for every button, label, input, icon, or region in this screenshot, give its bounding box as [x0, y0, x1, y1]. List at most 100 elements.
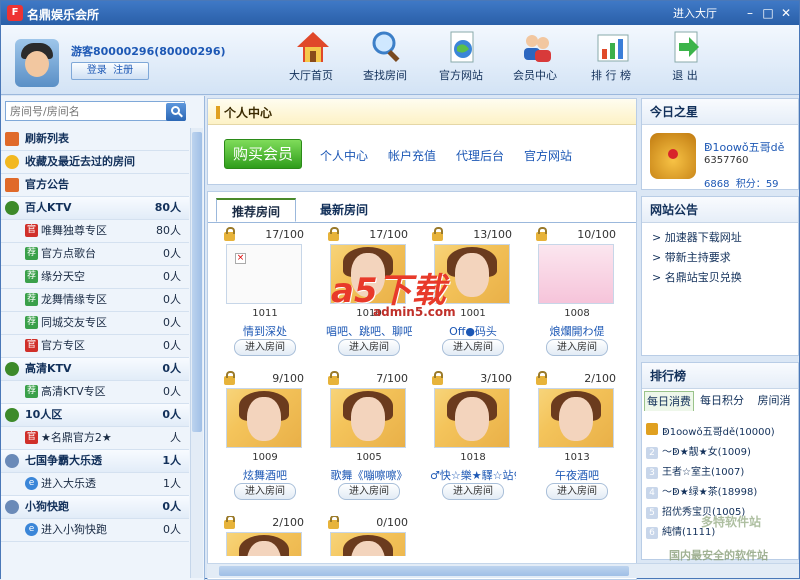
horizontal-scrollbar[interactable]	[207, 563, 799, 578]
rank-number: 2	[646, 447, 658, 459]
tree-room-item[interactable]: 官 ★名鼎官方2★ 人	[1, 427, 189, 450]
link-agent-backend[interactable]: 代理后台	[456, 147, 504, 164]
tree-category-hd-ktv[interactable]: 高清KTV 0人	[1, 358, 189, 381]
tree-count: 80人	[156, 224, 181, 237]
ranking-row[interactable]: 4 〜ↁ★绿★茶(18998)	[646, 483, 757, 503]
login-link[interactable]: 登录	[87, 65, 107, 76]
ranking-row[interactable]: ↁ1oowǒ五哥dě(10000)	[646, 423, 775, 443]
room-name: 唱吧、跳吧、聊吧	[326, 325, 412, 338]
nav-find-room[interactable]: 查找房间	[353, 25, 417, 95]
enter-room-button[interactable]: 进入房间	[442, 339, 504, 356]
room-card[interactable]: 9/100 1009 炫舞酒吧 进入房间	[222, 371, 308, 508]
ranking-row[interactable]: 2 〜ↁ★靓★女(1009)	[646, 443, 751, 463]
star-username[interactable]: ↁ1oowǒ五哥dě	[704, 139, 784, 155]
tab-daily-points[interactable]: 每日积分	[696, 391, 748, 411]
notice-item[interactable]: > 带新主持要求	[652, 249, 731, 265]
room-occupancy: 10/100	[577, 228, 616, 241]
room-card[interactable]: 10/100 1008 烺爛開わ偍 进入房间	[534, 227, 620, 364]
enter-room-button[interactable]: 进入房间	[338, 483, 400, 500]
link-personal-center[interactable]: 个人中心	[320, 147, 368, 164]
close-button[interactable]: ✕	[777, 5, 795, 21]
ranking-row[interactable]: 3 王者☆室主(1007)	[646, 463, 744, 483]
avatar[interactable]	[15, 39, 59, 87]
rank-entry: 王者☆室主(1007)	[662, 467, 745, 478]
room-card[interactable]: 3/100 1018 ♂快☆樂★驛☆站♀ 进入房间	[430, 371, 516, 508]
tab-daily-spending[interactable]: 每日消费	[644, 391, 694, 411]
tree-category-puppy-run[interactable]: 小狗快跑 0人	[1, 496, 189, 519]
web-page-icon	[450, 31, 474, 63]
tree-label: 官方公告	[25, 178, 69, 191]
notice-item[interactable]: > 名鼎站宝贝兑换	[652, 269, 742, 285]
enter-room-button[interactable]: 进入房间	[546, 339, 608, 356]
header-accent-bar	[216, 106, 220, 119]
tree-favorites[interactable]: 收藏及最近去过的房间	[1, 151, 189, 174]
tree-count: 0人	[163, 339, 181, 352]
tree-room-item[interactable]: 荐 缘分天空 0人	[1, 266, 189, 289]
tree-room-item[interactable]: 荐 高清KTV专区 0人	[1, 381, 189, 404]
tab-latest-rooms[interactable]: 最新房间	[304, 198, 384, 222]
enter-room-button[interactable]: 进入房间	[234, 339, 296, 356]
tab-recommended-rooms[interactable]: 推荐房间	[216, 198, 296, 222]
tree-category-100ktv[interactable]: 百人KTV 80人	[1, 197, 189, 220]
notice-item[interactable]: > 加速器下载网址	[652, 229, 742, 245]
members-icon	[524, 35, 551, 62]
enter-room-button[interactable]: 进入房间	[338, 339, 400, 356]
tree-label: 七国争霸大乐透	[25, 454, 102, 467]
scrollbar-thumb[interactable]	[219, 566, 629, 576]
register-link[interactable]: 注册	[113, 65, 133, 76]
header-toolbar: 游客80000296(80000296) 登录 注册 大厅首页 查找房间 官方网…	[1, 25, 799, 95]
tree-room-item[interactable]: 荐 官方点歌台 0人	[1, 243, 189, 266]
tree-label: 进入大乐透	[41, 477, 96, 490]
tree-room-item[interactable]: 荐 龙舞情缘专区 0人	[1, 289, 189, 312]
title-bar[interactable]: F 名鼎娱乐会所 进入大厅 – □ ✕	[1, 1, 799, 25]
nav-ranking[interactable]: 排 行 榜	[579, 25, 643, 95]
enter-room-button[interactable]: 进入房间	[234, 483, 296, 500]
room-thumbnail	[330, 532, 406, 556]
enter-room-button[interactable]: 进入房间	[442, 483, 504, 500]
today-star-panel: 今日之星 ↁ1oowǒ五哥dě 6357760 6868 积分：59	[641, 98, 799, 190]
room-search-input[interactable]	[6, 102, 156, 120]
tree-refresh-list[interactable]: 刷新列表	[1, 128, 189, 151]
enter-hall-link[interactable]: 进入大厅	[673, 5, 717, 21]
room-card[interactable]: 2/100	[222, 516, 308, 556]
sidebar-scrollbar[interactable]	[190, 128, 203, 578]
rank-entry: 〜ↁ★绿★茶(18998)	[662, 487, 758, 498]
tree-official-notice[interactable]: 官方公告	[1, 174, 189, 197]
maximize-button[interactable]: □	[759, 5, 777, 21]
room-thumbnail: ×	[226, 244, 302, 304]
scrollbar-thumb[interactable]	[192, 132, 202, 432]
search-button[interactable]	[166, 103, 186, 121]
tree-category-lottery[interactable]: 七国争霸大乐透 1人	[1, 450, 189, 473]
ranking-tabs: 每日消费 每日积分 房间消	[642, 391, 798, 411]
tree-label: 进入小狗快跑	[41, 523, 107, 536]
minimize-button[interactable]: –	[741, 5, 759, 21]
panel-title: 今日之星	[642, 99, 798, 125]
nav-member-center[interactable]: 会员中心	[503, 25, 567, 95]
nav-exit[interactable]: 退 出	[653, 25, 717, 95]
tree-room-item[interactable]: e 进入小狗快跑 0人	[1, 519, 189, 542]
rank-entry: ↁ1oowǒ五哥dě(10000)	[662, 427, 775, 438]
rank-number: 4	[646, 487, 658, 499]
buy-membership-button[interactable]: 购买会员	[224, 139, 302, 169]
room-card[interactable]: 17/100 × 1011 情到深处 进入房间	[222, 227, 308, 364]
tree-label: 唯舞独尊专区	[41, 224, 107, 237]
enter-room-button[interactable]: 进入房间	[546, 483, 608, 500]
nav-hall-home[interactable]: 大厅首页	[279, 25, 343, 95]
link-official-site[interactable]: 官方网站	[524, 147, 572, 164]
room-card[interactable]: 7/100 1005 歌舞《嘣嚓嚓》 进入房间	[326, 371, 412, 508]
room-card[interactable]: 2/100 1013 午夜酒吧 进入房间	[534, 371, 620, 508]
recommend-badge-icon: 荐	[25, 270, 38, 283]
magnifier-icon	[372, 31, 400, 63]
nav-official-site[interactable]: 官方网站	[429, 25, 493, 95]
tree-room-item[interactable]: 官 唯舞独尊专区 80人	[1, 220, 189, 243]
nav-label: 退 出	[672, 69, 698, 82]
tree-room-item[interactable]: e 进入大乐透 1人	[1, 473, 189, 496]
link-account-recharge[interactable]: 帐户充值	[388, 147, 436, 164]
tree-category-10-person[interactable]: 10人区 0人	[1, 404, 189, 427]
room-card[interactable]: 0/100	[326, 516, 412, 556]
tree-room-item[interactable]: 官 官方专区 0人	[1, 335, 189, 358]
tree-room-item[interactable]: 荐 同城交友专区 0人	[1, 312, 189, 335]
tree-label: 高清KTV	[25, 362, 72, 375]
room-name: Off●码头	[449, 325, 497, 338]
tab-room-spending[interactable]: 房间消	[750, 391, 798, 411]
